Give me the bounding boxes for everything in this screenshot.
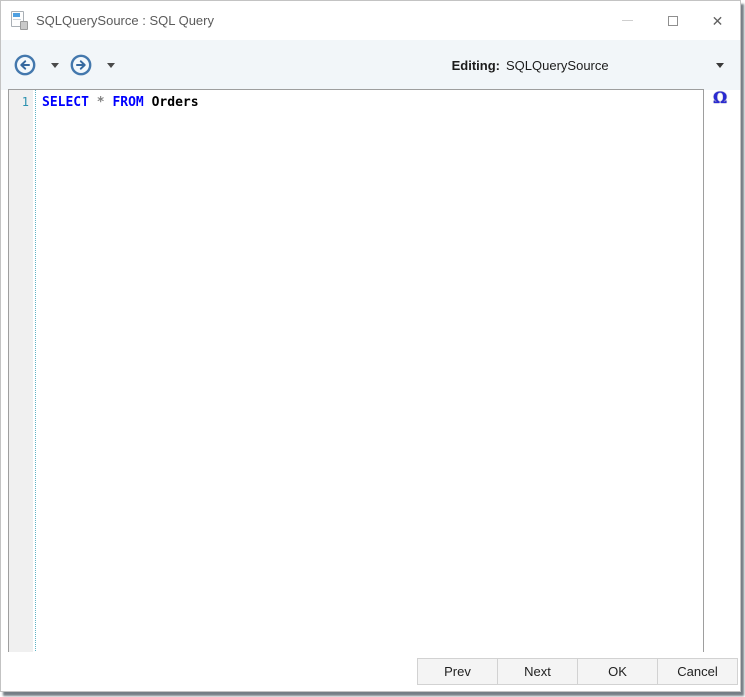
editing-group: Editing: SQLQuerySource: [452, 52, 728, 78]
chevron-down-icon: [716, 62, 724, 68]
prev-button[interactable]: Prev: [417, 658, 498, 685]
back-button[interactable]: [13, 53, 37, 77]
editing-combobox[interactable]: SQLQuerySource: [506, 52, 728, 78]
forward-arrow-circle-icon: [70, 54, 92, 76]
footer: Prev Next OK Cancel: [1, 652, 740, 691]
gutter-divider: [35, 90, 36, 653]
minimize-icon: [622, 20, 633, 21]
ok-button[interactable]: OK: [577, 658, 658, 685]
sql-keyword: SELECT: [42, 95, 89, 110]
close-button[interactable]: ✕: [695, 1, 740, 40]
next-button[interactable]: Next: [497, 658, 578, 685]
toolbar: Editing: SQLQuerySource: [1, 40, 740, 90]
maximize-button[interactable]: [650, 1, 695, 40]
window-controls: ✕: [605, 1, 740, 40]
sql-keyword: FROM: [112, 95, 144, 110]
code-area[interactable]: SELECT * FROM Orders: [33, 90, 703, 653]
window-title: SQLQuerySource : SQL Query: [36, 13, 214, 28]
forward-button[interactable]: [69, 53, 93, 77]
omega-symbol-icon[interactable]: Ω: [713, 88, 727, 107]
back-arrow-circle-icon: [14, 54, 36, 76]
sql-identifier: Orders: [143, 95, 199, 110]
forward-dropdown-caret[interactable]: [107, 62, 115, 68]
code-line: SELECT * FROM Orders: [42, 95, 703, 111]
dialog-window: SQLQuerySource : SQL Query ✕ Editing: SQ…: [0, 0, 741, 692]
minimize-button[interactable]: [605, 1, 650, 40]
titlebar: SQLQuerySource : SQL Query ✕: [1, 1, 740, 40]
document-icon: [11, 11, 28, 30]
back-dropdown-caret[interactable]: [51, 62, 59, 68]
sql-operator: *: [96, 95, 105, 110]
sql-editor[interactable]: 1 SELECT * FROM Orders: [8, 89, 704, 654]
line-number-gutter: 1: [9, 90, 33, 653]
editing-combobox-value: SQLQuerySource: [506, 57, 609, 73]
maximize-icon: [667, 15, 678, 26]
line-number: 1: [21, 95, 29, 109]
editing-label: Editing:: [451, 57, 500, 73]
cancel-button[interactable]: Cancel: [657, 658, 738, 685]
close-icon: ✕: [711, 12, 724, 29]
